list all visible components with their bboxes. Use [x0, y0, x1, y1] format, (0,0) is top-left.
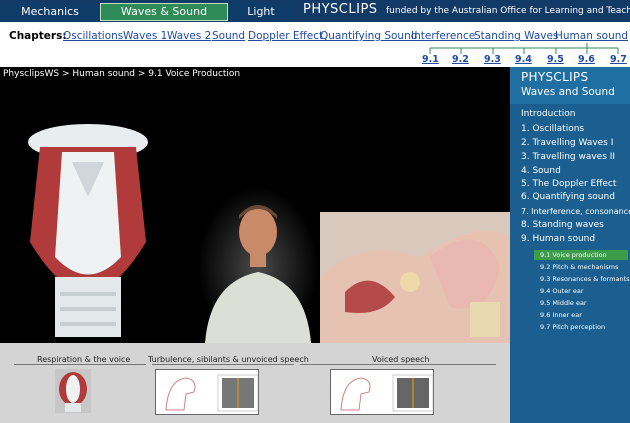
sidebar-header: PHYSCLIPS Waves and Sound	[510, 67, 630, 104]
sidebar-subitem-9-4[interactable]: 9.4 Outer ear	[540, 287, 584, 295]
section-divider	[152, 364, 294, 365]
presenter-video	[198, 187, 318, 343]
nav-tab-waves-sound[interactable]: Waves & Sound	[100, 3, 228, 21]
spectrogram-thumbnail-icon	[340, 374, 434, 412]
brand-title: PHYSCLIPS	[303, 2, 378, 17]
sidebar-item-standing-waves[interactable]: 8. Standing waves	[521, 220, 604, 230]
funding-credit: funded by the Australian Office for Lear…	[386, 6, 630, 16]
larynx-model-image	[28, 124, 148, 337]
section-label-turbulence: Turbulence, sibilants & unvoiced speech	[148, 355, 309, 364]
sidebar-title: PHYSCLIPS	[521, 70, 589, 84]
nav-tab-light[interactable]: Light	[230, 3, 292, 21]
sidebar-item-human-sound[interactable]: 9. Human sound	[521, 234, 595, 244]
sidebar-nav: PHYSCLIPS Waves and Sound Introduction 1…	[510, 67, 630, 423]
sidebar-item-travelling-waves-2[interactable]: 3. Travelling waves II	[521, 152, 615, 162]
respiration-thumbnail[interactable]	[55, 369, 91, 413]
sidebar-item-quantifying-sound[interactable]: 6. Quantifying sound	[521, 192, 615, 202]
sidebar-item-travelling-waves-1[interactable]: 2. Travelling Waves I	[521, 138, 613, 148]
sidebar-subitem-9-6[interactable]: 9.6 Inner ear	[540, 311, 582, 319]
section-divider	[300, 364, 496, 365]
spectrogram-thumbnail-icon	[165, 374, 259, 412]
sidebar-subitem-9-7[interactable]: 9.7 Pitch perception	[540, 323, 605, 331]
section-divider	[14, 364, 146, 365]
sidebar-subitem-9-2[interactable]: 9.2 Pitch & mechanisms	[540, 263, 618, 271]
sidebar-subitem-9-3[interactable]: 9.3 Resonances & formants	[540, 275, 630, 283]
video-sections-panel: Respiration & the voice Turbulence, sibi…	[0, 343, 510, 423]
sidebar-subtitle: Waves and Sound	[521, 86, 615, 98]
sidebar-subitem-9-5[interactable]: 9.5 Middle ear	[540, 299, 587, 307]
video-player[interactable]: PhysclipsWS > Human sound > 9.1 Voice Pr…	[0, 67, 510, 343]
turbulence-thumbnail[interactable]	[155, 369, 259, 415]
larynx-thumbnail-icon	[59, 372, 87, 412]
sidebar-item-sound[interactable]: 4. Sound	[521, 166, 561, 176]
sidebar-item-introduction[interactable]: Introduction	[521, 109, 576, 119]
voiced-speech-thumbnail[interactable]	[330, 369, 434, 415]
video-frame	[28, 124, 510, 343]
nav-tab-mechanics[interactable]: Mechanics	[0, 3, 100, 21]
sidebar-item-oscillations[interactable]: 1. Oscillations	[521, 124, 584, 134]
section-label-voiced-speech: Voiced speech	[372, 355, 430, 364]
ear-model-image	[320, 212, 510, 343]
sidebar-subitem-9-1[interactable]: 9.1 Voice production	[540, 251, 607, 259]
top-nav-bar: Mechanics Waves & Sound Light PHYSCLIPS …	[0, 0, 630, 22]
sidebar-item-interference[interactable]: 7. Interference, consonance	[521, 207, 630, 216]
subchapter-connector-lines	[429, 43, 619, 54]
section-label-respiration: Respiration & the voice	[37, 355, 131, 364]
sidebar-item-doppler-effect[interactable]: 5. The Doppler Effect	[521, 179, 616, 189]
